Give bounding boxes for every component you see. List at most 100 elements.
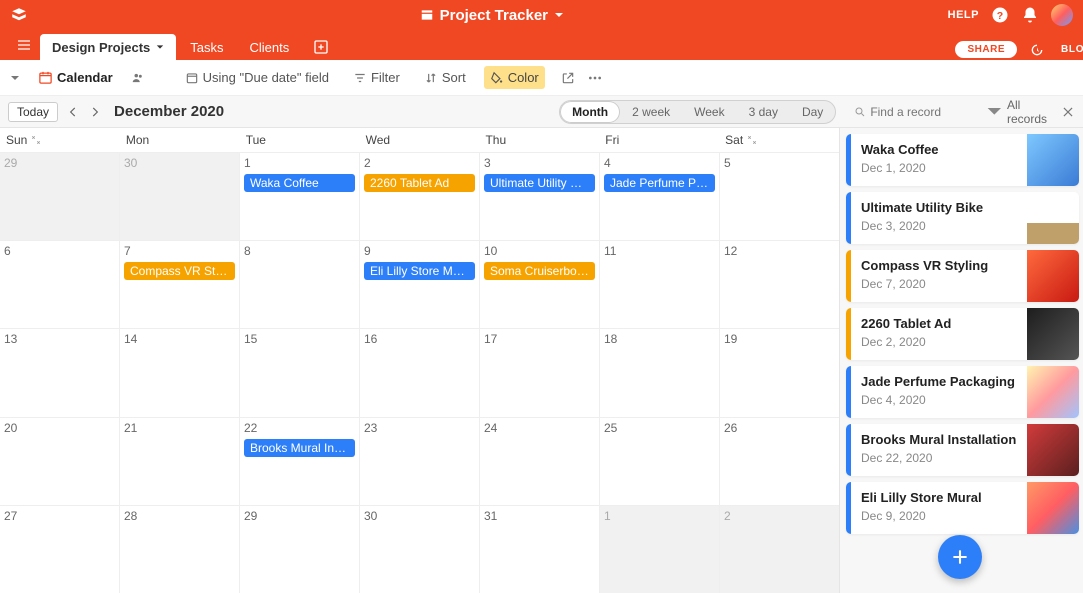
day-cell[interactable]: 19: [720, 329, 839, 416]
record-card[interactable]: Jade Perfume PackagingDec 4, 2020: [846, 366, 1079, 418]
add-record-fab[interactable]: [938, 535, 982, 579]
day-cell[interactable]: 22Brooks Mural Inst…: [240, 418, 360, 505]
collapse-weekend-icon[interactable]: [31, 135, 41, 145]
day-cell[interactable]: 31: [480, 506, 600, 593]
record-thumbnail: [1027, 482, 1079, 534]
calendar-event[interactable]: Compass VR Styli…: [124, 262, 235, 280]
day-cell[interactable]: 10 Soma Cruiserboard: [480, 241, 600, 328]
day-cell[interactable]: 7 Compass VR Styli…: [120, 241, 240, 328]
day-cell[interactable]: 5: [720, 153, 839, 240]
history-icon[interactable]: [1029, 42, 1045, 58]
day-number: 3: [484, 156, 595, 170]
day-cell[interactable]: 29: [0, 153, 120, 240]
day-cell[interactable]: 16: [360, 329, 480, 416]
day-cell[interactable]: 1Waka Coffee: [240, 153, 360, 240]
day-cell[interactable]: 23: [360, 418, 480, 505]
find-record-input[interactable]: [870, 105, 970, 119]
today-button[interactable]: Today: [8, 102, 58, 122]
share-button[interactable]: SHARE: [955, 41, 1017, 58]
sort-button[interactable]: Sort: [418, 66, 472, 89]
day-cell[interactable]: 30: [120, 153, 240, 240]
date-range-switch: Month2 weekWeek3 dayDay: [559, 100, 836, 124]
record-title: Waka Coffee: [861, 142, 1017, 157]
day-cell[interactable]: 29: [240, 506, 360, 593]
calendar-event[interactable]: Soma Cruiserboard: [484, 262, 595, 280]
range-option-month[interactable]: Month: [560, 101, 620, 123]
day-cell[interactable]: 1: [600, 506, 720, 593]
day-cell[interactable]: 17: [480, 329, 600, 416]
tab-design-projects[interactable]: Design Projects: [40, 34, 176, 60]
view-switcher-button[interactable]: Calendar: [32, 66, 119, 89]
day-cell[interactable]: 4Jade Perfume Pac…: [600, 153, 720, 240]
day-number: 28: [124, 509, 235, 523]
collaborators-icon[interactable]: [131, 71, 145, 85]
day-cell[interactable]: 9Eli Lilly Store Mural: [360, 241, 480, 328]
collapse-weekend-icon[interactable]: [747, 135, 757, 145]
svg-text:?: ?: [997, 10, 1003, 22]
calendar-event[interactable]: Brooks Mural Inst…: [244, 439, 355, 457]
day-cell[interactable]: 8: [240, 241, 360, 328]
record-card[interactable]: Ultimate Utility BikeDec 3, 2020: [846, 192, 1079, 244]
day-cell[interactable]: 26: [720, 418, 839, 505]
tab-tasks[interactable]: Tasks: [178, 34, 235, 60]
day-cell[interactable]: 25: [600, 418, 720, 505]
user-avatar[interactable]: [1051, 4, 1073, 26]
date-field-icon: [185, 71, 199, 85]
range-option-3-day[interactable]: 3 day: [737, 101, 790, 123]
day-cell[interactable]: 22260 Tablet Ad: [360, 153, 480, 240]
next-month-icon[interactable]: [88, 105, 102, 119]
all-records-dropdown[interactable]: All records: [986, 98, 1047, 126]
day-cell[interactable]: 21: [120, 418, 240, 505]
help-icon[interactable]: ?: [991, 6, 1009, 24]
day-cell[interactable]: 30: [360, 506, 480, 593]
filter-button[interactable]: Filter: [347, 66, 406, 89]
day-cell[interactable]: 15: [240, 329, 360, 416]
day-cell[interactable]: 2: [720, 506, 839, 593]
prev-month-icon[interactable]: [66, 105, 80, 119]
using-field-button[interactable]: Using "Due date" field: [179, 66, 335, 89]
record-card[interactable]: 2260 Tablet AdDec 2, 2020: [846, 308, 1079, 360]
day-cell[interactable]: 6: [0, 241, 120, 328]
tab-clients[interactable]: Clients: [238, 34, 302, 60]
day-cell[interactable]: 27: [0, 506, 120, 593]
day-number: 10: [484, 244, 595, 258]
day-cell[interactable]: 13: [0, 329, 120, 416]
views-sidebar-toggle-icon[interactable]: [10, 73, 20, 83]
calendar-event[interactable]: 2260 Tablet Ad: [364, 174, 475, 192]
day-number: 7: [124, 244, 235, 258]
record-thumbnail: [1027, 308, 1079, 360]
record-card[interactable]: Waka CoffeeDec 1, 2020: [846, 134, 1079, 186]
blocks-button[interactable]: BLOCKS: [1057, 42, 1073, 58]
record-card[interactable]: Brooks Mural InstallationDec 22, 2020: [846, 424, 1079, 476]
base-title-button[interactable]: Project Tracker: [420, 7, 564, 24]
day-cell[interactable]: 14: [120, 329, 240, 416]
record-thumbnail: [1027, 424, 1079, 476]
day-cell[interactable]: 12: [720, 241, 839, 328]
calendar-event[interactable]: Jade Perfume Pac…: [604, 174, 715, 192]
help-link[interactable]: HELP: [948, 9, 979, 21]
hamburger-menu-icon[interactable]: [16, 37, 32, 53]
record-thumbnail: [1027, 192, 1079, 244]
notifications-icon[interactable]: [1021, 6, 1039, 24]
add-table-icon[interactable]: [313, 39, 329, 55]
day-cell[interactable]: 18: [600, 329, 720, 416]
day-cell[interactable]: 28: [120, 506, 240, 593]
share-view-icon[interactable]: [561, 71, 575, 85]
record-card[interactable]: Compass VR StylingDec 7, 2020: [846, 250, 1079, 302]
day-cell[interactable]: 11: [600, 241, 720, 328]
more-options-icon[interactable]: [587, 70, 603, 86]
day-number: 1: [604, 509, 715, 523]
calendar-event[interactable]: Eli Lilly Store Mural: [364, 262, 475, 280]
close-panel-icon[interactable]: [1061, 105, 1075, 119]
app-header: Project Tracker HELP ?: [0, 0, 1083, 30]
color-button[interactable]: Color: [484, 66, 545, 89]
day-cell[interactable]: 3 Ultimate Utility Bike: [480, 153, 600, 240]
day-cell[interactable]: 24: [480, 418, 600, 505]
calendar-event[interactable]: Ultimate Utility Bike: [484, 174, 595, 192]
record-card[interactable]: Eli Lilly Store MuralDec 9, 2020: [846, 482, 1079, 534]
range-option-2-week[interactable]: 2 week: [620, 101, 682, 123]
range-option-day[interactable]: Day: [790, 101, 835, 123]
day-cell[interactable]: 20: [0, 418, 120, 505]
range-option-week[interactable]: Week: [682, 101, 736, 123]
calendar-event[interactable]: Waka Coffee: [244, 174, 355, 192]
